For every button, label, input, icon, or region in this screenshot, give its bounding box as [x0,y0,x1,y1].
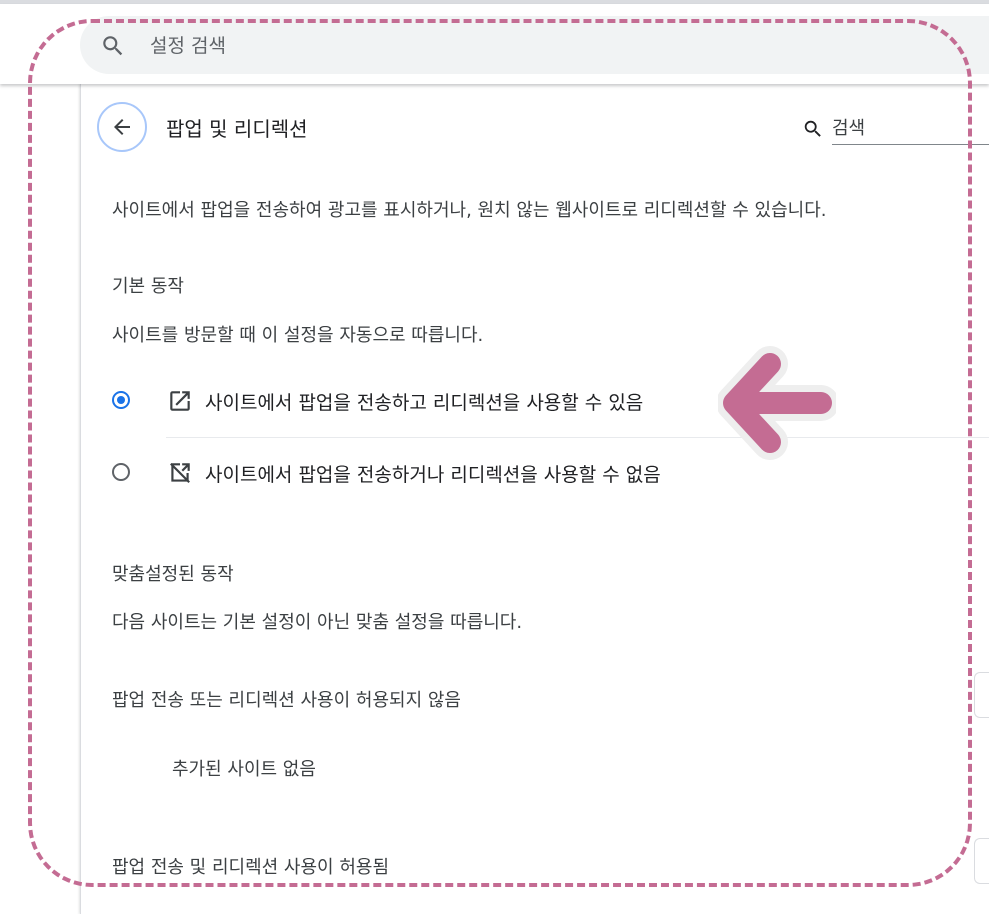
settings-search-bar[interactable]: 설정 검색 [80,16,989,74]
divider [166,437,989,438]
add-allowed-site-button[interactable] [974,838,989,884]
default-behavior-heading: 기본 동작 [112,276,184,297]
search-icon [802,118,824,144]
radio-option-block-label: 사이트에서 팝업을 전송하거나 리디렉션을 사용할 수 없음 [205,464,661,486]
blocked-sites-heading: 팝업 전송 또는 리디렉션 사용이 허용되지 않음 [112,690,461,711]
settings-search-input[interactable]: 설정 검색 [150,31,226,58]
subpage-search-input[interactable] [832,112,989,145]
open-in-new-off-icon [167,460,193,486]
radio-option-allow-label: 사이트에서 팝업을 전송하고 리디렉션을 사용할 수 있음 [205,392,644,414]
settings-top-bar: 설정 검색 [0,4,989,84]
open-in-new-icon [167,388,193,414]
custom-behavior-heading: 맞춤설정된 동작 [112,564,234,585]
radio-option-block[interactable]: 사이트에서 팝업을 전송하거나 리디렉션을 사용할 수 없음 [100,446,989,502]
custom-behavior-subtitle: 다음 사이트는 기본 설정이 아닌 맞춤 설정을 따릅니다. [112,612,523,633]
blocked-sites-empty-message: 추가된 사이트 없음 [172,759,316,780]
radio-option-allow[interactable]: 사이트에서 팝업을 전송하고 리디렉션을 사용할 수 있음 [100,374,989,430]
default-behavior-subtitle: 사이트를 방문할 때 이 설정을 자동으로 따릅니다. [112,325,484,346]
back-button[interactable] [97,102,147,152]
radio-button-unchecked[interactable] [112,463,130,481]
subpage-search[interactable] [802,112,989,146]
search-icon [100,33,126,59]
page-title: 팝업 및 리디렉션 [166,117,308,141]
radio-button-checked[interactable] [112,391,130,409]
allowed-sites-heading: 팝업 전송 및 리디렉션 사용이 허용됨 [112,857,390,878]
left-gutter [0,84,80,906]
add-blocked-site-button[interactable] [974,672,989,718]
page-description: 사이트에서 팝업을 전송하여 광고를 표시하거나, 원치 않는 웹사이트로 리디… [112,200,827,221]
arrow-back-icon [114,119,130,135]
